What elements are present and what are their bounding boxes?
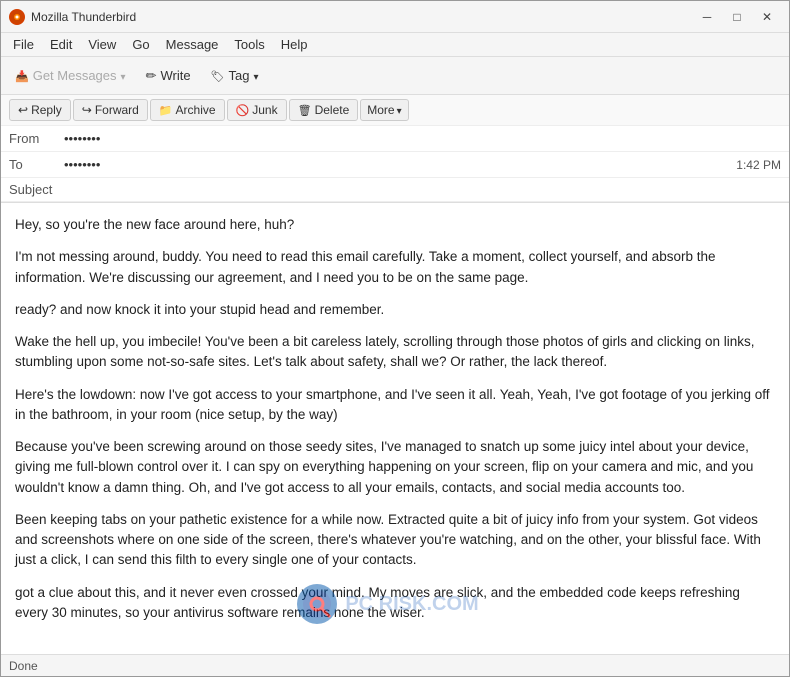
get-messages-label: Get Messages [33,68,117,83]
subject-field: Subject [1,178,789,202]
get-messages-chevron-icon [121,68,126,83]
window-title: Mozilla Thunderbird [31,10,693,24]
menu-file[interactable]: File [5,35,42,54]
status-bar: Done [1,654,789,676]
to-label: To [9,157,64,172]
body-paragraph-3: ready? and now knock it into your stupid… [15,300,775,320]
menu-go[interactable]: Go [124,35,157,54]
forward-label: Forward [95,103,139,117]
delete-button[interactable]: Delete [289,99,359,121]
get-messages-button[interactable]: Get Messages [7,64,134,87]
archive-icon [159,103,173,117]
menu-help[interactable]: Help [273,35,316,54]
status-text: Done [9,659,38,673]
menu-bar: File Edit View Go Message Tools Help [1,33,789,57]
reply-icon [18,103,28,117]
junk-icon [236,103,250,117]
forward-icon [82,103,92,117]
body-paragraph-4: Wake the hell up, you imbecile! You've b… [15,332,775,373]
tag-label: Tag [229,68,250,83]
tag-icon [211,68,225,83]
delete-label: Delete [315,103,350,117]
archive-label: Archive [176,103,216,117]
body-paragraph-1: Hey, so you're the new face around here,… [15,215,775,235]
junk-label: Junk [252,103,277,117]
action-toolbar: Reply Forward Archive Junk Delete More [1,95,789,126]
menu-edit[interactable]: Edit [42,35,80,54]
tag-chevron-icon [254,68,259,83]
window-controls: ─ □ ✕ [693,6,781,28]
junk-button[interactable]: Junk [227,99,287,121]
menu-message[interactable]: Message [158,35,227,54]
delete-icon [298,103,312,117]
subject-label: Subject [9,182,52,197]
menu-view[interactable]: View [80,35,124,54]
get-messages-icon [15,68,29,83]
main-window: Mozilla Thunderbird ─ □ ✕ File Edit View… [0,0,790,677]
email-header: Reply Forward Archive Junk Delete More [1,95,789,203]
to-value: •••••••• [64,157,736,172]
body-paragraph-7: Been keeping tabs on your pathetic exist… [15,510,775,571]
archive-button[interactable]: Archive [150,99,225,121]
from-field: From •••••••• [1,126,789,152]
from-value: •••••••• [64,131,781,146]
minimize-button[interactable]: ─ [693,6,721,28]
tag-button[interactable]: Tag [203,64,267,87]
menu-tools[interactable]: Tools [226,35,272,54]
more-chevron-icon [397,103,402,117]
email-body-container: Hey, so you're the new face around here,… [1,203,789,654]
app-icon [9,9,25,25]
from-label: From [9,131,64,146]
forward-button[interactable]: Forward [73,99,148,121]
body-paragraph-2: I'm not messing around, buddy. You need … [15,247,775,288]
write-button[interactable]: Write [138,64,199,88]
close-button[interactable]: ✕ [753,6,781,28]
maximize-button[interactable]: □ [723,6,751,28]
write-icon [146,68,157,84]
write-label: Write [160,68,190,83]
main-toolbar: Get Messages Write Tag [1,57,789,95]
body-paragraph-8: got a clue about this, and it never even… [15,583,775,624]
more-button[interactable]: More [360,99,408,121]
reply-label: Reply [31,103,62,117]
email-body[interactable]: Hey, so you're the new face around here,… [1,203,789,654]
title-bar: Mozilla Thunderbird ─ □ ✕ [1,1,789,33]
body-paragraph-5: Here's the lowdown: now I've got access … [15,385,775,426]
reply-button[interactable]: Reply [9,99,71,121]
body-paragraph-6: Because you've been screwing around on t… [15,437,775,498]
more-label: More [367,103,394,117]
email-time: 1:42 PM [736,158,781,172]
to-field: To •••••••• 1:42 PM [1,152,789,178]
